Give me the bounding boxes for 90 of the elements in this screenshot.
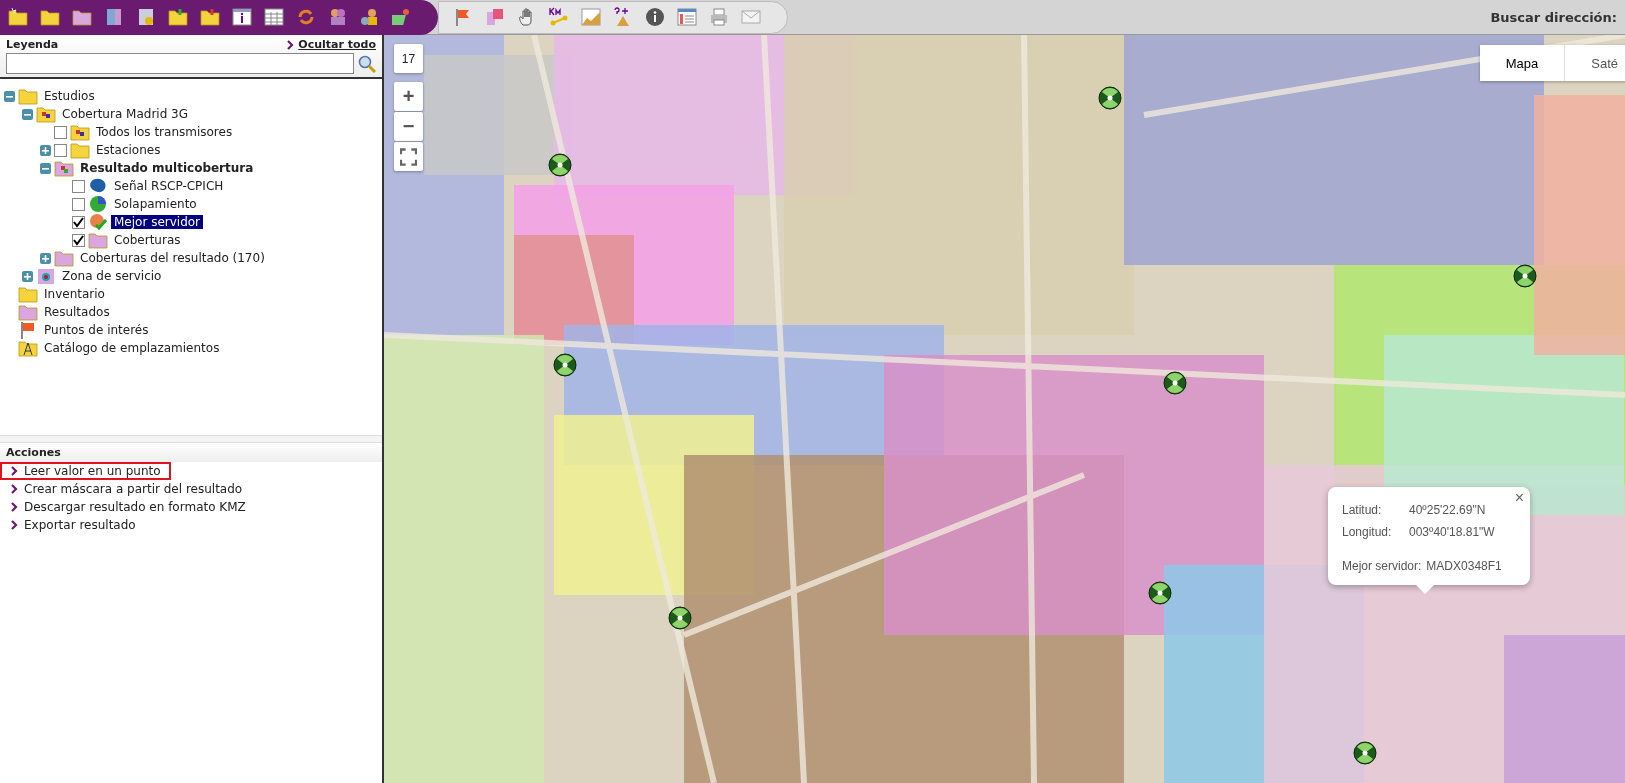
tree-item[interactable]: Cobertura Madrid 3G: [59, 107, 192, 121]
checkbox[interactable]: [72, 197, 85, 211]
tree-item[interactable]: Solapamiento: [111, 197, 200, 211]
search-field[interactable]: [6, 53, 354, 74]
fullscreen-icon: [400, 147, 417, 166]
zoom-in-button[interactable]: +: [394, 82, 423, 111]
expand-toggle[interactable]: [40, 144, 51, 156]
field-value: 003º40'18.81"W: [1409, 525, 1495, 539]
action-link[interactable]: Descargar resultado en formato KMZ: [0, 498, 256, 516]
tree-item[interactable]: Coberturas del resultado (170): [77, 251, 268, 265]
folder-export-icon: [200, 7, 220, 27]
close-button[interactable]: ×: [1514, 489, 1524, 507]
collapse-toggle[interactable]: [40, 162, 51, 174]
folder-icon: [18, 302, 38, 322]
overlap-icon: [88, 194, 108, 214]
search-icon[interactable]: [358, 54, 376, 73]
chevron-icon: [286, 39, 295, 50]
info-icon: [645, 7, 665, 27]
folder-icon: [18, 284, 38, 304]
field-label: Latitud:: [1342, 503, 1383, 517]
plus-icon: [42, 146, 49, 154]
expand-toggle[interactable]: [40, 252, 51, 264]
field-label: Mejor servidor:: [1342, 559, 1422, 573]
tree-item[interactable]: Resultado multicobertura: [77, 161, 257, 175]
best-server-icon: [88, 212, 108, 232]
tree-item[interactable]: Mejor servidor: [111, 215, 204, 229]
collapse-toggle[interactable]: [22, 108, 33, 120]
folder-icon: [72, 7, 92, 27]
flags-icon: [485, 7, 505, 27]
splitter-handle[interactable]: [0, 435, 382, 443]
action-link[interactable]: Crear máscara a partir del resultado: [0, 480, 253, 498]
hide-all-link[interactable]: Ocultar todo: [286, 38, 376, 51]
study-folder-icon: [70, 122, 90, 142]
map-type-tab[interactable]: Mapa: [1479, 45, 1566, 81]
action-link[interactable]: Leer valor en un punto: [0, 462, 171, 480]
tree-item[interactable]: Resultados: [41, 305, 113, 319]
user-map-icon: [392, 7, 412, 27]
result-folder-icon: [54, 158, 74, 178]
tree-item[interactable]: Estudios: [41, 89, 98, 103]
folder-icon: [88, 230, 108, 250]
expand-toggle[interactable]: [22, 270, 33, 282]
tree-item[interactable]: Inventario: [41, 287, 108, 301]
folder-import-icon: [168, 7, 188, 27]
plus-icon: [42, 254, 49, 262]
field-label: Longitud:: [1342, 525, 1393, 539]
refresh-icon: [296, 7, 316, 27]
checkbox[interactable]: [54, 143, 67, 157]
tree-item[interactable]: Zona de servicio: [59, 269, 165, 283]
legend-table-icon: [677, 7, 697, 27]
antenna-folder-icon: [18, 338, 38, 358]
tree-item[interactable]: Todos los transmisores: [93, 125, 236, 139]
checkbox[interactable]: [54, 125, 67, 139]
zoom-out-button[interactable]: −: [394, 112, 423, 141]
folder-icon: [40, 7, 60, 27]
area-chart-icon: [581, 7, 601, 27]
checkmark-icon: [73, 216, 84, 228]
zone-icon: [36, 266, 56, 286]
action-link[interactable]: Exportar resultado: [0, 516, 146, 534]
info-window-icon: [232, 7, 252, 27]
table-icon: [264, 7, 284, 27]
fullscreen-button[interactable]: [394, 142, 423, 171]
tree-item[interactable]: Puntos de interés: [41, 323, 152, 337]
legend-title: Leyenda: [6, 38, 59, 51]
search-label: Buscar dirección:: [1490, 9, 1618, 25]
map-type-tab[interactable]: Saté: [1565, 45, 1625, 81]
plus-icon: [24, 272, 31, 280]
users-icon: [328, 7, 348, 27]
tree-item[interactable]: Estaciones: [93, 143, 164, 157]
new-folder-icon: [8, 7, 28, 27]
zoom-level-indicator: 17: [394, 44, 423, 73]
folder-icon: [70, 140, 90, 160]
folder-icon: [54, 248, 74, 268]
checkbox[interactable]: [72, 215, 85, 229]
checkbox[interactable]: [72, 179, 85, 193]
collapse-toggle[interactable]: [4, 90, 15, 102]
checkbox[interactable]: [72, 233, 85, 247]
mail-icon: [741, 7, 761, 27]
field-value: MADX0348F1: [1426, 559, 1502, 573]
tree-item[interactable]: Coberturas: [111, 233, 184, 247]
field-value: 40º25'22.69"N: [1409, 503, 1486, 517]
tree-item[interactable]: Catálogo de emplazamientos: [41, 341, 223, 355]
user-settings-icon: [360, 7, 380, 27]
tree-item[interactable]: Señal RSCP-CPICH: [111, 179, 227, 193]
checkmark-icon: [73, 234, 84, 246]
distance-icon: [549, 7, 569, 27]
actions-title: Acciones: [0, 443, 382, 462]
study-folder-icon: [36, 104, 56, 124]
binder-icon: [104, 7, 124, 27]
print-icon: [709, 7, 729, 27]
folder-icon: [18, 86, 38, 106]
